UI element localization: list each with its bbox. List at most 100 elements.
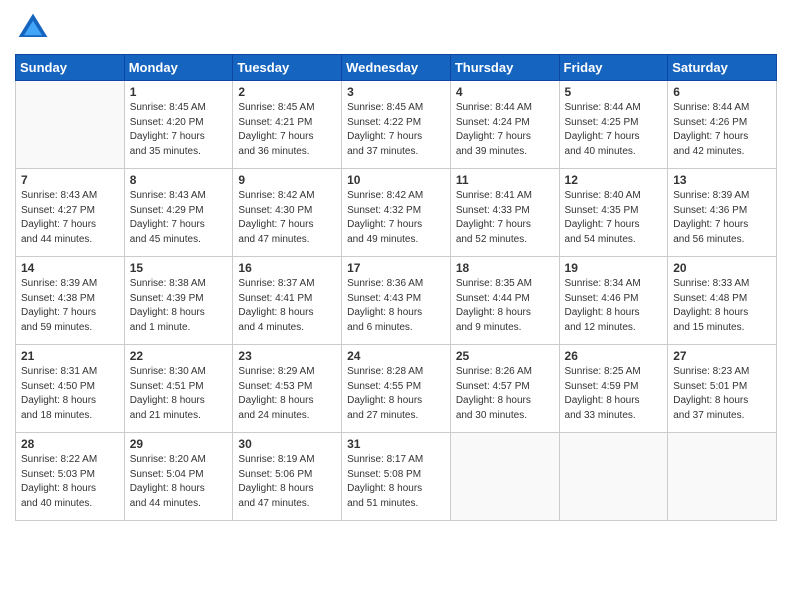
calendar-cell: 19 Sunrise: 8:34 AM Sunset: 4:46 PM Dayli… — [559, 257, 668, 345]
col-header-tuesday: Tuesday — [233, 55, 342, 81]
day-number: 1 — [130, 85, 228, 99]
cell-info: Sunrise: 8:43 AM Sunset: 4:29 PM Dayligh… — [130, 189, 228, 247]
day-number: 26 — [565, 349, 663, 363]
cell-info: Sunrise: 8:30 AM Sunset: 4:51 PM Dayligh… — [130, 365, 228, 423]
calendar-cell: 27Sunrise: 8:23 AM Sunset: 5:01 PM Dayli… — [668, 345, 777, 433]
calendar-cell: 3 Sunrise: 8:45 AM Sunset: 4:22 PM Daylig… — [342, 81, 451, 169]
day-number: 21 — [21, 349, 119, 363]
calendar-cell: 12Sunrise: 8:40 AM Sunset: 4:35 PM Dayli… — [559, 169, 668, 257]
page: SundayMondayTuesdayWednesdayThursdayFrid… — [0, 0, 792, 612]
day-number: 3 — [347, 85, 445, 99]
calendar-cell: 13 Sunrise: 8:39 AM Sunset: 4:36 PM Dayli… — [668, 169, 777, 257]
cell-info: Sunrise: 8:43 AM Sunset: 4:27 PM Dayligh… — [21, 189, 119, 247]
cell-info: Sunrise: 8:37 AM Sunset: 4:41 PM Dayligh… — [238, 277, 336, 335]
cell-info: Sunrise: 8:44 AM Sunset: 4:26 PM Dayligh… — [673, 101, 771, 159]
calendar-cell: 21 Sunrise: 8:31 AM Sunset: 4:50 PM Dayli… — [16, 345, 125, 433]
calendar-cell: 2Sunrise: 8:45 AM Sunset: 4:21 PM Daylig… — [233, 81, 342, 169]
calendar-cell: 23Sunrise: 8:29 AM Sunset: 4:53 PM Dayli… — [233, 345, 342, 433]
calendar-cell: 30Sunrise: 8:19 AM Sunset: 5:06 PM Dayli… — [233, 433, 342, 521]
cell-info: Sunrise: 8:40 AM Sunset: 4:35 PM Dayligh… — [565, 189, 663, 247]
header — [15, 10, 777, 46]
day-number: 30 — [238, 437, 336, 451]
cell-info: Sunrise: 8:34 AM Sunset: 4:46 PM Dayligh… — [565, 277, 663, 335]
calendar-cell: 31 Sunrise: 8:17 AM Sunset: 5:08 PM Dayli… — [342, 433, 451, 521]
calendar-cell: 28 Sunrise: 8:22 AM Sunset: 5:03 PM Dayli… — [16, 433, 125, 521]
calendar-cell: 16 Sunrise: 8:37 AM Sunset: 4:41 PM Dayli… — [233, 257, 342, 345]
col-header-sunday: Sunday — [16, 55, 125, 81]
logo-icon — [15, 10, 51, 46]
calendar-cell — [559, 433, 668, 521]
calendar-cell: 9Sunrise: 8:42 AM Sunset: 4:30 PM Daylig… — [233, 169, 342, 257]
cell-info: Sunrise: 8:25 AM Sunset: 4:59 PM Dayligh… — [565, 365, 663, 423]
day-number: 4 — [456, 85, 554, 99]
calendar-cell: 26 Sunrise: 8:25 AM Sunset: 4:59 PM Dayli… — [559, 345, 668, 433]
week-row-4: 21 Sunrise: 8:31 AM Sunset: 4:50 PM Dayli… — [16, 345, 777, 433]
cell-info: Sunrise: 8:44 AM Sunset: 4:24 PM Dayligh… — [456, 101, 554, 159]
cell-info: Sunrise: 8:28 AM Sunset: 4:55 PM Dayligh… — [347, 365, 445, 423]
calendar-table: SundayMondayTuesdayWednesdayThursdayFrid… — [15, 54, 777, 521]
calendar-cell: 4 Sunrise: 8:44 AM Sunset: 4:24 PM Daylig… — [450, 81, 559, 169]
cell-info: Sunrise: 8:36 AM Sunset: 4:43 PM Dayligh… — [347, 277, 445, 335]
calendar-cell: 29 Sunrise: 8:20 AM Sunset: 5:04 PM Dayli… — [124, 433, 233, 521]
day-number: 17 — [347, 261, 445, 275]
cell-info: Sunrise: 8:22 AM Sunset: 5:03 PM Dayligh… — [21, 453, 119, 511]
cell-info: Sunrise: 8:45 AM Sunset: 4:21 PM Dayligh… — [238, 101, 336, 159]
calendar-cell: 18 Sunrise: 8:35 AM Sunset: 4:44 PM Dayli… — [450, 257, 559, 345]
day-number: 7 — [21, 173, 119, 187]
day-number: 29 — [130, 437, 228, 451]
calendar-cell: 10 Sunrise: 8:42 AM Sunset: 4:32 PM Dayli… — [342, 169, 451, 257]
day-number: 6 — [673, 85, 771, 99]
day-number: 27 — [673, 349, 771, 363]
cell-info: Sunrise: 8:20 AM Sunset: 5:04 PM Dayligh… — [130, 453, 228, 511]
calendar-cell: 1Sunrise: 8:45 AM Sunset: 4:20 PM Daylig… — [124, 81, 233, 169]
calendar-cell: 7 Sunrise: 8:43 AM Sunset: 4:27 PM Daylig… — [16, 169, 125, 257]
cell-info: Sunrise: 8:35 AM Sunset: 4:44 PM Dayligh… — [456, 277, 554, 335]
cell-info: Sunrise: 8:17 AM Sunset: 5:08 PM Dayligh… — [347, 453, 445, 511]
cell-info: Sunrise: 8:42 AM Sunset: 4:32 PM Dayligh… — [347, 189, 445, 247]
calendar-cell: 5 Sunrise: 8:44 AM Sunset: 4:25 PM Daylig… — [559, 81, 668, 169]
calendar-cell — [668, 433, 777, 521]
col-header-thursday: Thursday — [450, 55, 559, 81]
col-header-monday: Monday — [124, 55, 233, 81]
week-row-2: 7 Sunrise: 8:43 AM Sunset: 4:27 PM Daylig… — [16, 169, 777, 257]
col-header-wednesday: Wednesday — [342, 55, 451, 81]
day-number: 24 — [347, 349, 445, 363]
logo — [15, 10, 55, 46]
day-number: 14 — [21, 261, 119, 275]
cell-info: Sunrise: 8:38 AM Sunset: 4:39 PM Dayligh… — [130, 277, 228, 335]
cell-info: Sunrise: 8:26 AM Sunset: 4:57 PM Dayligh… — [456, 365, 554, 423]
day-number: 19 — [565, 261, 663, 275]
cell-info: Sunrise: 8:39 AM Sunset: 4:36 PM Dayligh… — [673, 189, 771, 247]
cell-info: Sunrise: 8:39 AM Sunset: 4:38 PM Dayligh… — [21, 277, 119, 335]
calendar-cell: 8Sunrise: 8:43 AM Sunset: 4:29 PM Daylig… — [124, 169, 233, 257]
calendar-cell — [450, 433, 559, 521]
cell-info: Sunrise: 8:45 AM Sunset: 4:22 PM Dayligh… — [347, 101, 445, 159]
week-row-5: 28 Sunrise: 8:22 AM Sunset: 5:03 PM Dayli… — [16, 433, 777, 521]
day-number: 13 — [673, 173, 771, 187]
day-number: 11 — [456, 173, 554, 187]
day-number: 28 — [21, 437, 119, 451]
cell-info: Sunrise: 8:31 AM Sunset: 4:50 PM Dayligh… — [21, 365, 119, 423]
day-number: 23 — [238, 349, 336, 363]
calendar-cell: 11 Sunrise: 8:41 AM Sunset: 4:33 PM Dayli… — [450, 169, 559, 257]
cell-info: Sunrise: 8:41 AM Sunset: 4:33 PM Dayligh… — [456, 189, 554, 247]
day-number: 5 — [565, 85, 663, 99]
calendar-cell: 22Sunrise: 8:30 AM Sunset: 4:51 PM Dayli… — [124, 345, 233, 433]
col-header-friday: Friday — [559, 55, 668, 81]
day-number: 15 — [130, 261, 228, 275]
calendar-cell: 25Sunrise: 8:26 AM Sunset: 4:57 PM Dayli… — [450, 345, 559, 433]
cell-info: Sunrise: 8:44 AM Sunset: 4:25 PM Dayligh… — [565, 101, 663, 159]
week-row-3: 14 Sunrise: 8:39 AM Sunset: 4:38 PM Dayli… — [16, 257, 777, 345]
calendar-cell: 24 Sunrise: 8:28 AM Sunset: 4:55 PM Dayli… — [342, 345, 451, 433]
calendar-cell: 6 Sunrise: 8:44 AM Sunset: 4:26 PM Daylig… — [668, 81, 777, 169]
day-number: 10 — [347, 173, 445, 187]
calendar-header-row: SundayMondayTuesdayWednesdayThursdayFrid… — [16, 55, 777, 81]
calendar-cell — [16, 81, 125, 169]
day-number: 16 — [238, 261, 336, 275]
day-number: 18 — [456, 261, 554, 275]
day-number: 9 — [238, 173, 336, 187]
day-number: 31 — [347, 437, 445, 451]
col-header-saturday: Saturday — [668, 55, 777, 81]
week-row-1: 1Sunrise: 8:45 AM Sunset: 4:20 PM Daylig… — [16, 81, 777, 169]
calendar-cell: 14 Sunrise: 8:39 AM Sunset: 4:38 PM Dayli… — [16, 257, 125, 345]
